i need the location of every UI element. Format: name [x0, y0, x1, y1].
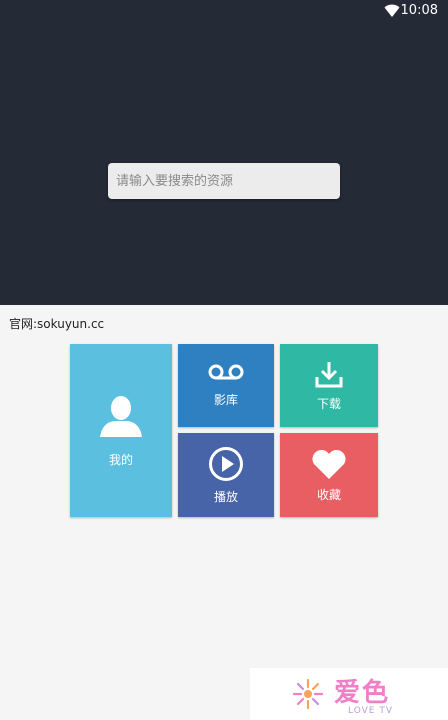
search-input[interactable]	[114, 172, 340, 190]
voicemail-icon	[208, 364, 244, 380]
tile-download-label: 下载	[316, 397, 341, 411]
search-box[interactable]	[108, 163, 340, 199]
tile-mine[interactable]: 我的	[70, 344, 172, 517]
tile-library[interactable]: 影库	[178, 344, 274, 427]
tile-mine-label: 我的	[108, 453, 133, 467]
tile-play-label: 播放	[213, 489, 238, 504]
watermark: 爱色 LOVE TV	[250, 668, 448, 720]
clock: 10:08	[400, 3, 438, 18]
play-circle-icon	[209, 446, 243, 481]
heart-icon	[312, 449, 346, 479]
tile-favorites[interactable]: 收藏	[280, 433, 378, 517]
header-area: 10:08	[0, 0, 448, 305]
wifi-icon	[384, 4, 400, 17]
user-icon	[100, 396, 142, 437]
tile-play[interactable]: 播放	[178, 433, 274, 517]
tile-download[interactable]: 下载	[280, 344, 378, 427]
flower-logo-icon	[292, 678, 324, 710]
official-site-label: 官网:sokuyun.cc	[9, 317, 105, 331]
watermark-sub: LOVE TV	[348, 706, 393, 716]
watermark-brand: 爱色	[334, 678, 391, 708]
tile-favorites-label: 收藏	[316, 487, 341, 502]
tile-library-label: 影库	[213, 393, 238, 407]
status-bar: 10:08	[0, 0, 448, 24]
download-icon	[315, 362, 343, 388]
